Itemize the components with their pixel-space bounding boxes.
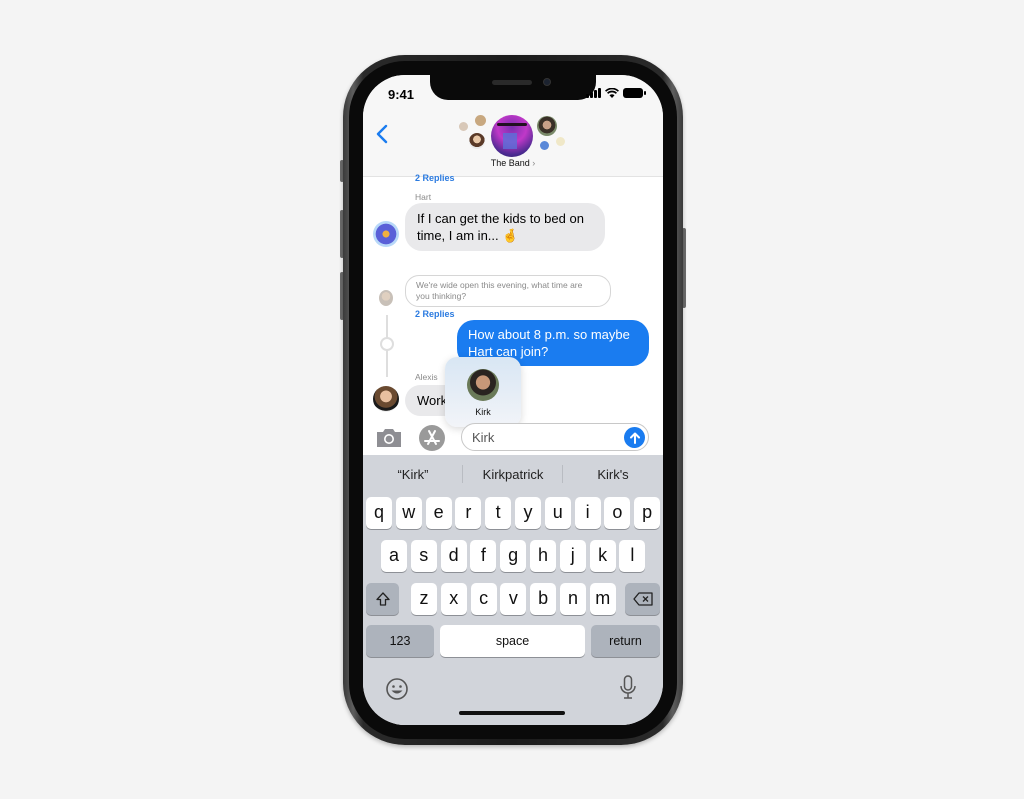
member-avatar[interactable]: [556, 137, 565, 146]
status-bar: 9:41: [363, 75, 663, 115]
suggestion-3[interactable]: Kirk's: [563, 467, 663, 482]
replies-link[interactable]: 2 Replies: [415, 173, 455, 183]
message-input[interactable]: Kirk: [461, 423, 649, 451]
member-avatar[interactable]: [475, 115, 486, 126]
microphone-icon: [620, 675, 636, 699]
suggestion-2[interactable]: Kirkpatrick: [463, 467, 563, 482]
delete-key[interactable]: [625, 583, 660, 615]
key-f[interactable]: f: [470, 540, 497, 572]
replies-link[interactable]: 2 Replies: [415, 309, 455, 319]
app-store-button[interactable]: [419, 425, 445, 451]
camera-icon: [377, 429, 401, 447]
home-indicator[interactable]: [459, 711, 565, 715]
message-text: time, I am in... 🤞: [417, 228, 519, 243]
key-o[interactable]: o: [604, 497, 631, 529]
key-c[interactable]: c: [470, 583, 497, 615]
predictive-bar: “Kirk” Kirkpatrick Kirk's: [363, 455, 663, 493]
alexis-avatar[interactable]: [373, 386, 399, 412]
conversation-header: The Band ›: [363, 115, 663, 177]
key-e[interactable]: e: [425, 497, 452, 529]
key-g[interactable]: g: [500, 540, 527, 572]
key-s[interactable]: s: [410, 540, 437, 572]
camera-button[interactable]: [375, 427, 403, 449]
thread-connector: [380, 337, 394, 351]
group-name: The Band: [490, 158, 530, 168]
sender-name: Alexis: [415, 372, 438, 382]
space-key[interactable]: space: [440, 625, 585, 657]
mention-suggestion-popup[interactable]: Kirk: [445, 357, 521, 427]
stage: 9:41 The Band › 2 Replies Hart If I can …: [0, 0, 1024, 799]
speaker: [492, 80, 532, 85]
group-avatar[interactable]: [491, 115, 533, 157]
status-icons: [586, 88, 646, 98]
key-a[interactable]: a: [381, 540, 407, 572]
phone-screen: 9:41 The Band › 2 Replies Hart If I can …: [363, 75, 663, 725]
wifi-icon: [605, 88, 619, 98]
key-h[interactable]: h: [530, 540, 556, 572]
backspace-icon: [632, 592, 653, 606]
chevron-right-icon: ›: [532, 158, 536, 168]
numbers-key[interactable]: 123: [366, 625, 434, 657]
key-u[interactable]: u: [544, 497, 571, 529]
key-d[interactable]: d: [440, 540, 467, 572]
kirk-avatar: [467, 369, 499, 401]
back-button[interactable]: [375, 123, 389, 145]
quoted-message[interactable]: We're wide open this evening, what time …: [405, 275, 611, 307]
status-time: 9:41: [388, 87, 415, 102]
battery-icon: [623, 88, 646, 98]
emoji-button[interactable]: [385, 677, 409, 706]
message-text: If I can get the kids to bed on: [417, 211, 584, 226]
notch: [430, 75, 596, 100]
member-avatar[interactable]: [537, 116, 557, 136]
quoted-text: We're wide open this evening, what time …: [416, 280, 583, 290]
key-p[interactable]: p: [634, 497, 661, 529]
chevron-left-icon: [376, 124, 388, 144]
key-z[interactable]: z: [411, 583, 437, 615]
shift-key[interactable]: [366, 583, 399, 615]
cellular-signal-icon: [586, 88, 601, 98]
hart-avatar[interactable]: [373, 221, 399, 247]
key-x[interactable]: x: [440, 583, 467, 615]
key-k[interactable]: k: [589, 540, 616, 572]
return-key[interactable]: return: [591, 625, 660, 657]
key-q[interactable]: q: [366, 497, 392, 529]
member-avatar[interactable]: [540, 141, 549, 150]
sender-name: Hart: [415, 192, 432, 202]
member-avatar[interactable]: [459, 122, 468, 131]
key-j[interactable]: j: [559, 540, 586, 572]
message-text: How about 8 p.m. so maybe: [468, 327, 630, 342]
app-store-icon: [424, 430, 440, 445]
key-v[interactable]: v: [500, 583, 527, 615]
key-t[interactable]: t: [485, 497, 512, 529]
key-m[interactable]: m: [589, 583, 616, 615]
send-button[interactable]: [624, 427, 645, 448]
emoji-icon: [386, 678, 408, 700]
quoted-text: you thinking?: [416, 291, 467, 301]
shift-icon: [375, 592, 390, 606]
key-l[interactable]: l: [619, 540, 646, 572]
suggestion-1[interactable]: “Kirk”: [363, 467, 463, 482]
message-bubble-hart[interactable]: If I can get the kids to bed on time, I …: [405, 203, 605, 251]
key-i[interactable]: i: [574, 497, 601, 529]
key-y[interactable]: y: [515, 497, 541, 529]
group-name-link[interactable]: The Band ›: [363, 158, 663, 168]
key-n[interactable]: n: [560, 583, 586, 615]
key-r[interactable]: r: [455, 497, 482, 529]
key-b[interactable]: b: [530, 583, 557, 615]
keyboard: “Kirk” Kirkpatrick Kirk's qwertyuiop asd…: [363, 455, 663, 725]
message-input-text: Kirk: [472, 430, 495, 445]
dictation-button[interactable]: [619, 675, 637, 706]
self-avatar: [379, 290, 393, 306]
key-w[interactable]: w: [395, 497, 422, 529]
front-camera: [543, 78, 551, 86]
arrow-up-icon: [629, 432, 640, 444]
mention-name: Kirk: [475, 407, 491, 417]
member-avatar[interactable]: [469, 133, 485, 149]
